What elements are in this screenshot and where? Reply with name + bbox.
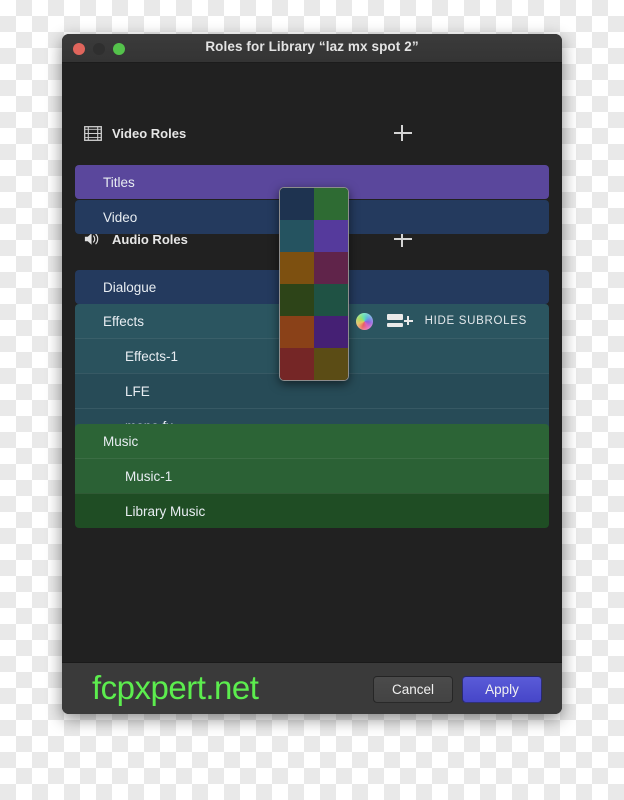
role-row-music-1[interactable]: Music-1 [75, 458, 549, 493]
section-header-video-roles: Video Roles [62, 117, 562, 149]
role-row-library-music[interactable]: Library Music [75, 493, 549, 528]
color-swatch-popup[interactable] [279, 187, 349, 381]
color-wheel-icon[interactable] [355, 312, 373, 330]
role-label: Music [103, 433, 139, 449]
color-swatch-2[interactable] [280, 220, 314, 252]
hide-subroles-button[interactable]: HIDE SUBROLES [425, 315, 527, 327]
color-swatch-0[interactable] [280, 188, 314, 220]
roles-list-area: Video Roles Audio Roles Titles Video Dia… [62, 63, 562, 662]
window-title: Roles for Library “laz mx spot 2” [205, 39, 419, 54]
add-subrole-icon[interactable] [386, 313, 413, 329]
role-row-music[interactable]: Music [75, 424, 549, 458]
window-titlebar: Roles for Library “laz mx spot 2” [62, 34, 562, 63]
color-swatch-9[interactable] [314, 316, 348, 348]
roles-dialog-window: Roles for Library “laz mx spot 2” Video … [62, 34, 562, 714]
color-swatch-5[interactable] [314, 252, 348, 284]
color-swatch-10[interactable] [280, 348, 314, 380]
color-swatch-4[interactable] [280, 252, 314, 284]
filmstrip-icon [84, 124, 102, 142]
color-swatch-3[interactable] [314, 220, 348, 252]
color-swatch-7[interactable] [314, 284, 348, 316]
apply-button[interactable]: Apply [462, 676, 542, 703]
role-label: Video [103, 209, 138, 225]
color-swatch-8[interactable] [280, 316, 314, 348]
section-label-video-roles: Video Roles [112, 125, 187, 141]
add-video-role-button[interactable] [392, 122, 414, 144]
role-label: Effects [103, 313, 145, 329]
color-swatch-11[interactable] [314, 348, 348, 380]
role-label: LFE [125, 383, 150, 399]
role-label: Titles [103, 174, 135, 190]
role-group-music: Music Music-1 Library Music [75, 424, 549, 528]
cancel-button[interactable]: Cancel [373, 676, 453, 703]
role-label: Effects-1 [125, 348, 179, 364]
role-label: Dialogue [103, 279, 157, 295]
role-row-actions: HIDE SUBROLES [355, 304, 527, 338]
dialog-bottom-bar: fcpxpert.net Cancel Apply [62, 662, 562, 714]
watermark-text: fcpxpert.net [92, 669, 259, 706]
role-label: Music-1 [125, 468, 173, 484]
role-label: Library Music [125, 503, 206, 519]
color-swatch-1[interactable] [314, 188, 348, 220]
color-swatch-6[interactable] [280, 284, 314, 316]
